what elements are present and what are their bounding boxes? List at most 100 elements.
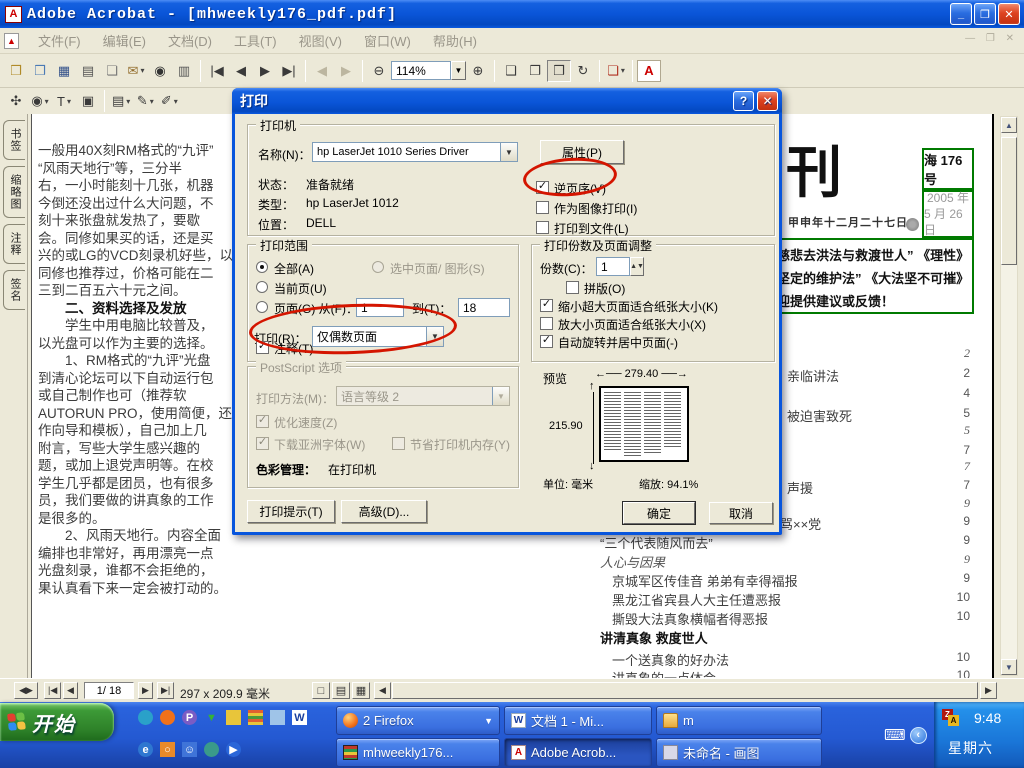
tray-chevron-icon[interactable]: ‹ <box>910 727 927 744</box>
text-select-icon[interactable]: T▾ <box>52 90 76 112</box>
menu-document[interactable]: 文档(D) <box>157 28 223 53</box>
task-acrobat[interactable]: AAdobe Acrob... <box>504 738 652 767</box>
hscroll-right-icon[interactable]: ▶ <box>980 682 997 699</box>
open-icon[interactable]: ❒ <box>4 60 28 82</box>
hscroll-left-icon[interactable]: ◀ <box>374 682 391 699</box>
notes-icon[interactable] <box>270 710 285 725</box>
layout-single-icon[interactable]: □ <box>312 682 330 699</box>
next-page-icon[interactable]: ▶ <box>253 60 277 82</box>
highlighter-tool-icon[interactable]: ✐▾ <box>157 90 181 112</box>
next-view-icon[interactable]: ▶ <box>334 60 358 82</box>
child-window-controls[interactable]: — ❐ ✕ <box>965 33 1018 44</box>
cleaner-icon[interactable] <box>226 710 241 725</box>
menu-window[interactable]: 窗口(W) <box>353 28 422 53</box>
group-dropdown-icon[interactable]: ▼ <box>484 716 493 726</box>
tab-comments[interactable]: 注释 <box>3 224 25 264</box>
dialog-help-button[interactable]: ? <box>733 91 754 111</box>
messenger-icon[interactable]: ☺ <box>182 742 197 757</box>
horizontal-scroll-thumb[interactable] <box>392 682 978 699</box>
update-icon[interactable] <box>204 742 219 757</box>
rotate-view-icon[interactable]: ↻ <box>571 60 595 82</box>
task-mhweekly[interactable]: mhweekly176... <box>336 738 500 767</box>
snapshot-icon[interactable]: ▣ <box>76 90 100 112</box>
range-pages-radio[interactable] <box>256 301 268 313</box>
scroll-up-icon[interactable]: ▲ <box>1001 117 1017 133</box>
keyboard-icon[interactable]: ⌨ <box>884 726 906 744</box>
zoom-in-icon[interactable]: ⊕ <box>466 60 490 82</box>
clock-day[interactable]: 星期六 <box>948 738 993 758</box>
advanced-button[interactable]: 高级(D)... <box>341 500 427 523</box>
print-to-file-label[interactable]: 打印到文件(L) <box>554 220 629 237</box>
convert-pdf-icon[interactable]: ❏▾ <box>604 60 628 82</box>
start-button[interactable]: 开始 <box>0 703 114 741</box>
shrink-label[interactable]: 缩小超大页面适合纸张大小(K) <box>558 298 718 315</box>
actual-size-icon[interactable]: ❑ <box>499 60 523 82</box>
open-web-icon[interactable]: ❒ <box>28 60 52 82</box>
copies-spinner[interactable]: ▲▼ <box>630 257 644 276</box>
tab-bookmarks[interactable]: 书签 <box>3 120 25 160</box>
tab-signatures[interactable]: 签名 <box>3 270 25 310</box>
autorotate-label[interactable]: 自动旋转并居中页面(-) <box>558 334 678 351</box>
layout-facing-icon[interactable]: ▦ <box>352 682 370 699</box>
pencil-tool-icon[interactable]: ✎▾ <box>133 90 157 112</box>
collate-label[interactable]: 拼版(O) <box>584 280 625 297</box>
next-page-button[interactable]: ▶ <box>138 682 153 699</box>
restore-button[interactable]: ❐ <box>974 3 996 25</box>
download-icon[interactable]: ▼ <box>204 710 219 725</box>
task-word-doc[interactable]: W文档 1 - Mi... <box>504 706 652 735</box>
print-icon[interactable]: ▤ <box>76 60 100 82</box>
zoom-dropdown-icon[interactable]: ▼ <box>451 61 466 80</box>
scroll-down-icon[interactable]: ▼ <box>1001 659 1017 675</box>
browser-globe-icon[interactable] <box>138 710 153 725</box>
pane-splitter-icon[interactable]: ◀▶ <box>14 682 38 699</box>
enlarge-label[interactable]: 放大小页面适合纸张大小(X) <box>558 316 706 333</box>
printer-name-select[interactable]: hp LaserJet 1010 Series Driver ▼ <box>312 142 518 162</box>
enlarge-checkbox[interactable] <box>540 317 553 330</box>
search-icon[interactable]: ◉ <box>148 60 172 82</box>
ie-icon[interactable]: e <box>138 742 153 757</box>
minimize-button[interactable]: _ <box>950 3 972 25</box>
fit-width-icon[interactable]: ❒ <box>547 60 571 82</box>
p2p-icon[interactable]: P <box>182 710 197 725</box>
previous-view-icon[interactable]: ◀ <box>310 60 334 82</box>
hand-tool-icon[interactable]: ✣ <box>4 90 28 112</box>
zoom-level-input[interactable]: 114% <box>391 61 451 80</box>
prev-page-button[interactable]: ◀ <box>63 682 78 699</box>
task-firefox[interactable]: 2 Firefox▼ <box>336 706 500 735</box>
close-button[interactable]: ✕ <box>998 3 1020 25</box>
vertical-scroll-thumb[interactable] <box>1001 137 1017 265</box>
save-icon[interactable]: ▦ <box>52 60 76 82</box>
autorotate-checkbox[interactable] <box>540 335 553 348</box>
range-all-label[interactable]: 全部(A) <box>274 260 314 277</box>
shrink-checkbox[interactable] <box>540 299 553 312</box>
first-page-icon[interactable]: |◀ <box>205 60 229 82</box>
range-current-label[interactable]: 当前页(U) <box>274 280 327 297</box>
menu-view[interactable]: 视图(V) <box>288 28 353 53</box>
print-as-image-checkbox[interactable] <box>536 201 549 214</box>
first-page-button[interactable]: |◀ <box>44 682 61 699</box>
print-as-image-label[interactable]: 作为图像打印(I) <box>554 200 637 217</box>
crayons-icon[interactable] <box>248 710 263 725</box>
cancel-button[interactable]: 取消 <box>709 502 773 524</box>
media-player-icon[interactable]: ▶ <box>226 742 241 757</box>
page-to-input[interactable]: 18 <box>458 298 510 317</box>
article-icon[interactable]: ▥ <box>172 60 196 82</box>
last-page-button[interactable]: ▶| <box>157 682 174 699</box>
task-paint[interactable]: 未命名 - 画图 <box>656 738 822 767</box>
stamp-icon[interactable]: ❏ <box>100 60 124 82</box>
range-current-radio[interactable] <box>256 281 268 293</box>
print-to-file-checkbox[interactable] <box>536 221 549 234</box>
dialog-close-button[interactable]: ✕ <box>757 91 778 111</box>
collate-checkbox[interactable] <box>566 281 579 294</box>
ok-button[interactable]: 确定 <box>623 502 695 524</box>
menu-tools[interactable]: 工具(T) <box>223 28 288 53</box>
fit-page-icon[interactable]: ❐ <box>523 60 547 82</box>
menu-edit[interactable]: 编辑(E) <box>92 28 157 53</box>
note-tool-icon[interactable]: ▤▾ <box>109 90 133 112</box>
layout-continuous-icon[interactable]: ▤ <box>332 682 350 699</box>
menu-help[interactable]: 帮助(H) <box>422 28 488 53</box>
printer-name-dropdown-icon[interactable]: ▼ <box>500 143 517 161</box>
clock-icon[interactable]: ○ <box>160 742 175 757</box>
word-icon[interactable]: W <box>292 710 307 725</box>
menu-file[interactable]: 文件(F) <box>27 28 92 53</box>
